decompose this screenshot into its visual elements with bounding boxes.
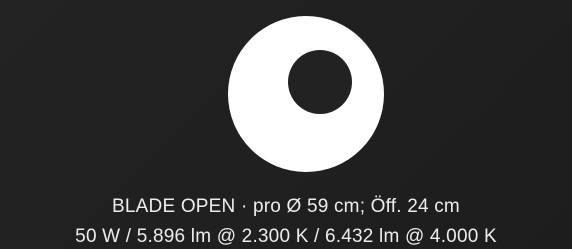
product-title-caption: BLADE OPEN · pro Ø 59 cm; Öff. 24 cm: [112, 196, 460, 217]
product-spec-caption: 50 W / 5.896 lm @ 2.300 K / 6.432 lm @ 4…: [75, 226, 497, 247]
lamp-opening: [288, 50, 352, 114]
lamp-ring-icon: [228, 16, 384, 172]
